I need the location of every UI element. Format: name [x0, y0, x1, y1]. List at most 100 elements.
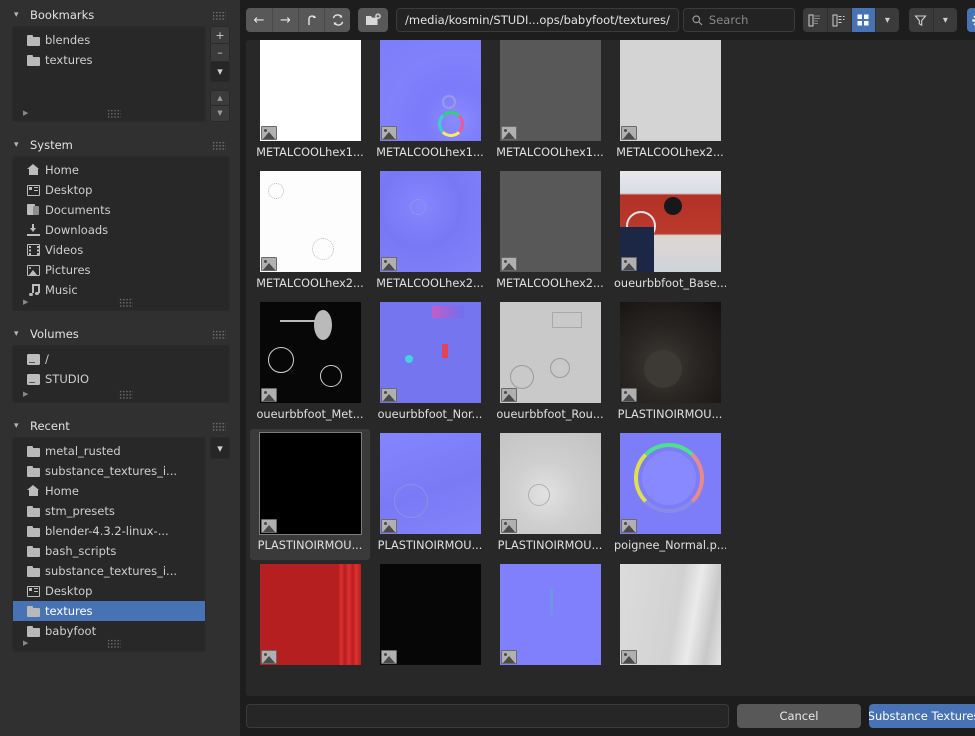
- expand-triangle-icon[interactable]: ▶: [23, 639, 28, 647]
- recent-item[interactable]: Home: [13, 481, 205, 501]
- refresh-icon[interactable]: [324, 8, 350, 32]
- panel-header-recent[interactable]: ▾ Recent: [8, 415, 232, 437]
- file-item[interactable]: [610, 560, 730, 691]
- file-item[interactable]: [370, 560, 490, 691]
- recent-item[interactable]: Desktop: [13, 581, 205, 601]
- panel-header-volumes[interactable]: ▾ Volumes: [8, 323, 232, 345]
- bookmarks-list[interactable]: blendes textures ▶: [12, 26, 206, 122]
- grip-icon[interactable]: [212, 141, 226, 150]
- expand-triangle-icon[interactable]: ▶: [23, 298, 28, 306]
- file-item[interactable]: METALCOOLhex2...: [250, 167, 370, 298]
- file-item[interactable]: oueurbbfoot_Met...: [250, 298, 370, 429]
- list-footer: ▶: [13, 636, 205, 650]
- grip-icon[interactable]: [212, 330, 226, 339]
- panel-volumes: ▾ Volumes / STUDIO ▶: [8, 323, 232, 405]
- view-mode-buttons: ▾: [803, 8, 899, 32]
- file-name: METALCOOLhex2...: [374, 277, 486, 290]
- file-item[interactable]: [250, 560, 370, 691]
- file-item[interactable]: oueurbbfoot_Rou...: [490, 298, 610, 429]
- image-badge-icon: [621, 257, 637, 271]
- list-item[interactable]: blendes: [13, 30, 205, 50]
- file-item[interactable]: PLASTINOIRMOU...: [370, 429, 490, 560]
- recent-item-textures[interactable]: textures: [13, 601, 205, 621]
- image-badge-icon: [261, 650, 277, 664]
- recent-menu-button[interactable]: ▾: [210, 437, 230, 459]
- sidebar-item-desktop[interactable]: Desktop: [13, 180, 229, 200]
- sidebar-item-documents[interactable]: Documents: [13, 200, 229, 220]
- back-icon[interactable]: ←: [246, 8, 272, 32]
- folder-icon: [27, 606, 45, 617]
- list-item[interactable]: textures: [13, 50, 205, 70]
- move-bookmark-down-button[interactable]: [210, 106, 230, 122]
- volume-item-studio[interactable]: STUDIO: [13, 369, 229, 389]
- gear-icon[interactable]: [967, 8, 975, 32]
- file-item[interactable]: METALCOOLhex2...: [370, 167, 490, 298]
- expand-triangle-icon[interactable]: ▶: [23, 390, 28, 398]
- move-bookmark-up-button[interactable]: [210, 90, 230, 106]
- search-input[interactable]: Search: [683, 8, 795, 32]
- path-input[interactable]: /media/kosmin/STUDI...ops/babyfoot/textu…: [396, 8, 679, 32]
- file-item[interactable]: oueurbbfoot_Base...: [610, 167, 730, 298]
- grip-icon[interactable]: [212, 422, 226, 431]
- file-thumbnail: [620, 433, 721, 534]
- file-thumbnail: [260, 302, 361, 403]
- grip-icon[interactable]: [119, 390, 133, 399]
- filter-options-chevron-icon[interactable]: ▾: [933, 8, 957, 32]
- volume-item-root[interactable]: /: [13, 349, 229, 369]
- recent-item[interactable]: blender-4.3.2-linux-...: [13, 521, 205, 541]
- list-item-label: Desktop: [45, 584, 92, 598]
- sidebar-item-pictures[interactable]: Pictures: [13, 260, 229, 280]
- list-item-label: bash_scripts: [45, 544, 116, 558]
- image-badge-icon: [501, 388, 517, 402]
- cancel-button[interactable]: Cancel: [737, 704, 861, 728]
- recent-item[interactable]: substance_textures_i...: [13, 561, 205, 581]
- add-bookmark-button[interactable]: +: [210, 26, 230, 44]
- blender-file-browser-window: ▾ Bookmarks blendes textures ▶: [0, 0, 975, 736]
- horizontal-list-icon[interactable]: [827, 8, 851, 32]
- remove-bookmark-button[interactable]: –: [210, 44, 230, 62]
- recent-item[interactable]: bash_scripts: [13, 541, 205, 561]
- sidebar-item-home[interactable]: Home: [13, 160, 229, 180]
- file-grid-container[interactable]: metalchonayeurb... metalchonayeurb... me…: [246, 40, 975, 696]
- file-item[interactable]: METALCOOLhex2...: [490, 167, 610, 298]
- bookmark-menu-button[interactable]: ▾: [210, 62, 230, 82]
- new-directory-icon[interactable]: [358, 8, 388, 32]
- recent-list[interactable]: metal_rusted substance_textures_i... Hom…: [12, 437, 206, 652]
- file-item[interactable]: poignee_Normal.p...: [610, 429, 730, 560]
- panel-header-system[interactable]: ▾ System: [8, 134, 232, 156]
- file-item[interactable]: PLASTINOIRMOU...: [490, 429, 610, 560]
- recent-item[interactable]: metal_rusted: [13, 441, 205, 461]
- file-browser-footer: Cancel Substance Textures ...: [240, 696, 975, 736]
- grip-icon[interactable]: [212, 11, 226, 20]
- image-badge-icon: [501, 519, 517, 533]
- recent-item[interactable]: stm_presets: [13, 501, 205, 521]
- recent-item[interactable]: substance_textures_i...: [13, 461, 205, 481]
- forward-icon[interactable]: →: [272, 8, 298, 32]
- grip-icon[interactable]: [107, 639, 121, 648]
- file-item-selected[interactable]: PLASTINOIRMOU...: [250, 429, 370, 560]
- file-item[interactable]: METALCOOLhex1...: [490, 40, 610, 167]
- file-item[interactable]: METALCOOLhex2...: [610, 40, 730, 167]
- file-item[interactable]: PLASTINOIRMOU...: [610, 298, 730, 429]
- file-name: METALCOOLhex1...: [254, 146, 366, 159]
- file-item[interactable]: METALCOOLhex1...: [250, 40, 370, 167]
- system-list[interactable]: Home Desktop Documents Downloads: [12, 156, 230, 311]
- panel-header-bookmarks[interactable]: ▾ Bookmarks: [8, 4, 232, 26]
- filename-input[interactable]: [246, 704, 729, 728]
- confirm-button[interactable]: Substance Textures ...: [869, 704, 975, 728]
- file-item[interactable]: [490, 560, 610, 691]
- grip-icon[interactable]: [119, 298, 133, 307]
- grip-icon[interactable]: [107, 109, 121, 118]
- sidebar-item-videos[interactable]: Videos: [13, 240, 229, 260]
- parent-directory-icon[interactable]: [298, 8, 324, 32]
- file-item[interactable]: METALCOOLhex1...: [370, 40, 490, 167]
- file-item[interactable]: oueurbbfoot_Nor...: [370, 298, 490, 429]
- sidebar-item-downloads[interactable]: Downloads: [13, 220, 229, 240]
- funnel-icon[interactable]: [909, 8, 933, 32]
- thumbnail-grid-icon[interactable]: [851, 8, 875, 32]
- display-options-chevron-icon[interactable]: ▾: [875, 8, 899, 32]
- expand-triangle-icon[interactable]: ▶: [23, 109, 28, 117]
- image-badge-icon: [501, 257, 517, 271]
- vertical-list-icon[interactable]: [803, 8, 827, 32]
- volumes-list[interactable]: / STUDIO ▶: [12, 345, 230, 403]
